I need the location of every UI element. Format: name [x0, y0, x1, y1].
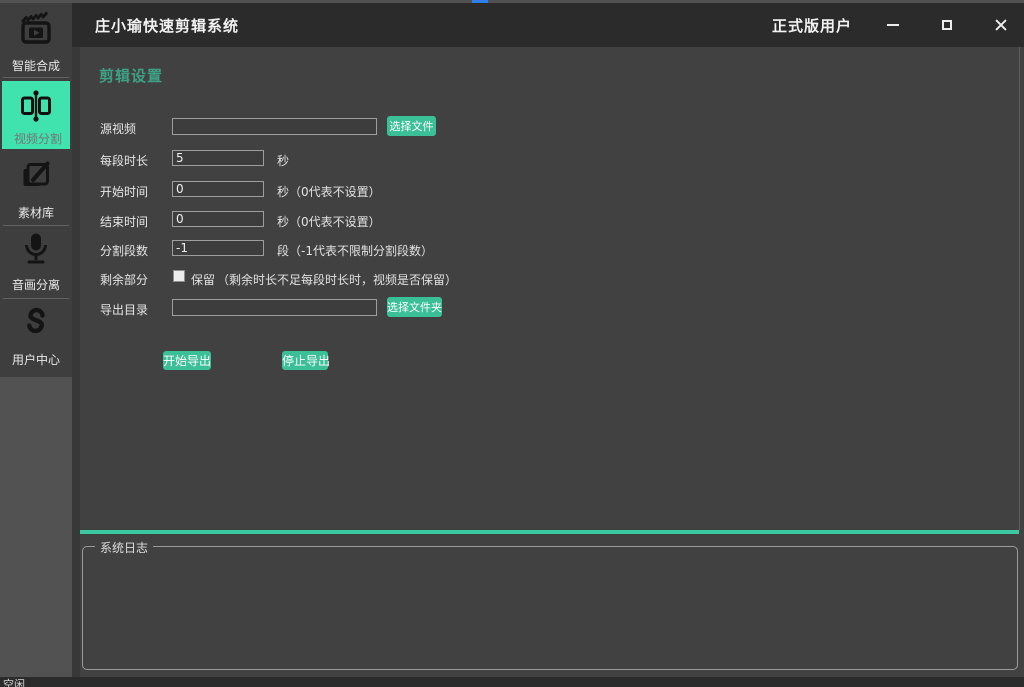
statusbar: 空闲	[0, 677, 1024, 687]
top-progress-strip	[0, 0, 1024, 3]
segment-count-label: 分割段数	[100, 242, 148, 259]
material-library-icon	[16, 156, 56, 196]
segment-count-suffix: 段（-1代表不限制分割段数）	[277, 242, 433, 259]
keep-remainder-checkbox[interactable]	[173, 270, 185, 282]
close-icon	[995, 19, 1007, 31]
choose-folder-button[interactable]: 选择文件夹	[387, 297, 442, 317]
segment-count-input[interactable]	[172, 240, 264, 256]
user-center-icon	[16, 304, 56, 344]
maximize-button[interactable]	[932, 12, 962, 38]
minimize-button[interactable]	[878, 12, 908, 38]
stop-export-button[interactable]: 停止导出	[282, 351, 328, 370]
remainder-label: 剩余部分	[100, 271, 148, 288]
video-split-icon	[16, 86, 56, 126]
sidebar-item-smart-compose[interactable]: 智能合成	[0, 11, 72, 75]
sidebar: 智能合成 视频分割 素材库	[0, 3, 72, 677]
system-log-panel: 系统日志	[82, 546, 1018, 670]
start-time-label: 开始时间	[100, 183, 148, 200]
start-time-input[interactable]	[172, 181, 264, 197]
sidebar-item-material-library[interactable]: 素材库	[0, 155, 72, 221]
sidebar-item-label: 素材库	[0, 204, 72, 221]
status-text: 空闲	[3, 678, 25, 687]
minimize-icon	[887, 24, 899, 26]
segment-duration-input[interactable]	[172, 150, 264, 166]
sidebar-divider	[3, 77, 69, 78]
remainder-hint: （剩余时长不足每段时长时，视频是否保留）	[217, 271, 457, 288]
segment-duration-suffix: 秒	[277, 152, 289, 169]
end-time-input[interactable]	[172, 211, 264, 227]
sidebar-lower-pane	[0, 377, 72, 677]
close-button[interactable]	[986, 12, 1016, 38]
segment-duration-label: 每段时长	[100, 152, 148, 169]
choose-file-button[interactable]: 选择文件	[387, 116, 436, 136]
titlebar: 庄小瑜快速剪辑系统 正式版用户	[72, 3, 1024, 47]
section-separator	[80, 530, 1019, 534]
microphone-icon	[16, 229, 56, 269]
export-dir-label: 导出目录	[100, 301, 148, 318]
export-dir-input[interactable]	[172, 299, 377, 316]
keep-checkbox-label: 保留	[191, 271, 215, 288]
sidebar-item-user-center[interactable]: 用户中心	[0, 304, 72, 368]
sidebar-divider	[3, 225, 69, 226]
sidebar-item-label: 视频分割	[2, 130, 74, 147]
end-time-label: 结束时间	[100, 213, 148, 230]
user-badge: 正式版用户	[772, 15, 852, 36]
progress-blue-segment	[472, 0, 488, 3]
sidebar-item-video-split[interactable]: 视频分割	[2, 81, 70, 149]
section-title: 剪辑设置	[99, 65, 163, 86]
source-video-label: 源视频	[100, 120, 136, 137]
sidebar-item-audio-separation[interactable]: 音画分离	[0, 229, 72, 293]
system-log-title: 系统日志	[95, 539, 153, 556]
clapperboard-icon	[16, 11, 56, 51]
sidebar-item-label: 用户中心	[0, 351, 72, 368]
maximize-icon	[942, 20, 952, 30]
sidebar-item-label: 智能合成	[0, 57, 72, 74]
sidebar-divider	[3, 298, 69, 299]
sidebar-item-label: 音画分离	[0, 276, 72, 293]
start-export-button[interactable]: 开始导出	[163, 351, 211, 370]
app-window: 庄小瑜快速剪辑系统 正式版用户 智能合成	[0, 0, 1024, 687]
source-video-input[interactable]	[172, 118, 377, 135]
system-log-content[interactable]	[83, 547, 1017, 669]
end-time-suffix: 秒（0代表不设置）	[277, 213, 381, 230]
start-time-suffix: 秒（0代表不设置）	[277, 183, 381, 200]
app-title: 庄小瑜快速剪辑系统	[95, 15, 239, 36]
